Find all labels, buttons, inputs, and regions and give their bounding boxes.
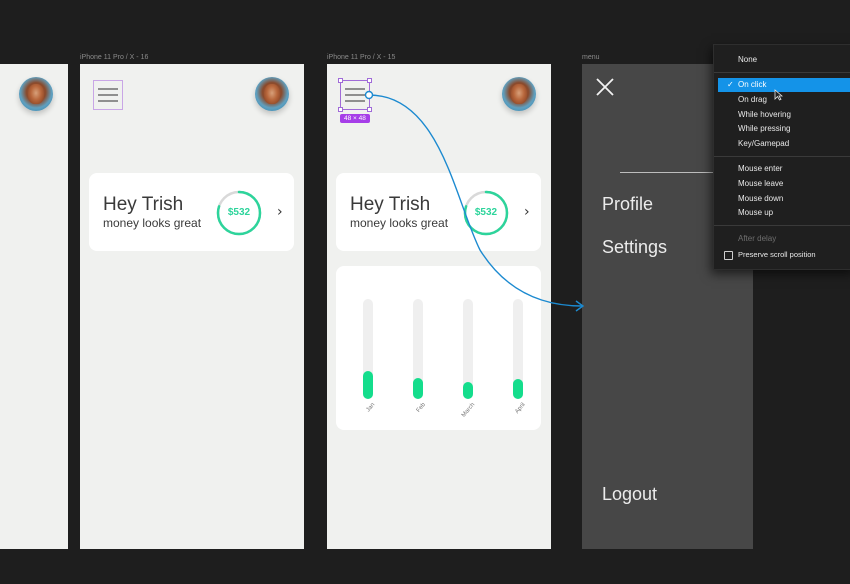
- preserve-scroll-checkbox[interactable]: [724, 251, 733, 260]
- dropdown-option[interactable]: On click: [738, 80, 766, 89]
- checkmark-icon: ✓: [727, 80, 734, 89]
- dropdown-option[interactable]: Key/Gamepad: [738, 139, 789, 148]
- mouse-cursor-icon: [774, 89, 783, 101]
- dropdown-option-after-delay: After delay: [738, 234, 777, 243]
- connection-node: [364, 90, 374, 100]
- dropdown-option[interactable]: Mouse down: [738, 194, 783, 203]
- dropdown-option[interactable]: Mouse enter: [738, 164, 782, 173]
- dropdown-option-none[interactable]: None: [738, 55, 757, 64]
- dropdown-option[interactable]: On drag: [738, 95, 767, 104]
- preserve-scroll-label[interactable]: Preserve scroll position: [738, 250, 816, 259]
- dropdown-option[interactable]: While hovering: [738, 110, 791, 119]
- dropdown-option[interactable]: Mouse up: [738, 208, 773, 217]
- dropdown-option[interactable]: While pressing: [738, 124, 790, 133]
- trigger-dropdown[interactable]: None ✓ On click On drag While hovering W…: [713, 44, 850, 270]
- dropdown-option[interactable]: Mouse leave: [738, 179, 783, 188]
